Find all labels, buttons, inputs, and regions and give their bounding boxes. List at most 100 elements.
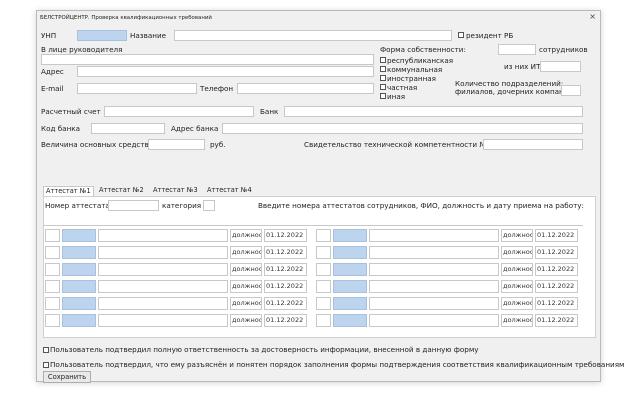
fio-cell[interactable] <box>98 263 228 276</box>
ownership-checkbox-5[interactable] <box>380 93 386 99</box>
date-cell[interactable]: 01.12.2022 <box>535 280 578 293</box>
ownership-checkbox-1[interactable] <box>380 57 386 63</box>
address-input[interactable] <box>77 66 374 77</box>
fio-cell[interactable] <box>98 229 228 242</box>
date-cell[interactable]: 01.12.2022 <box>264 263 307 276</box>
attestat-num-cell[interactable] <box>333 280 367 293</box>
resident-checkbox[interactable] <box>458 32 464 38</box>
row-check-cell[interactable] <box>45 314 60 327</box>
fio-cell[interactable] <box>369 263 499 276</box>
position-cell[interactable]: должност <box>230 263 262 276</box>
attestat-num-cell[interactable] <box>333 263 367 276</box>
date-cell[interactable]: 01.12.2022 <box>264 280 307 293</box>
ownership-checkbox-3[interactable] <box>380 75 386 81</box>
bank-code-label: Код банка <box>41 124 81 133</box>
fio-cell[interactable] <box>369 314 499 327</box>
ownership-option-2: коммунальная <box>387 65 443 74</box>
tab-attestat-3[interactable]: Аттестат №3 <box>151 186 200 195</box>
category-input[interactable] <box>203 200 215 211</box>
attestat-num-cell[interactable] <box>62 280 96 293</box>
ownership-checkbox-4[interactable] <box>380 84 386 90</box>
employees-input[interactable] <box>498 44 536 55</box>
attestat-num-cell[interactable] <box>333 297 367 310</box>
attestat-num-cell[interactable] <box>62 314 96 327</box>
attestat-num-cell[interactable] <box>62 246 96 259</box>
date-cell[interactable]: 01.12.2022 <box>535 263 578 276</box>
date-cell[interactable]: 01.12.2022 <box>535 246 578 259</box>
phone-input[interactable] <box>237 83 374 94</box>
bank-address-input[interactable] <box>222 123 583 134</box>
fio-cell[interactable] <box>98 297 228 310</box>
position-cell[interactable]: должност <box>501 280 533 293</box>
ownership-label: Форма собственности: <box>380 45 466 54</box>
fio-cell[interactable] <box>369 297 499 310</box>
position-cell[interactable]: должност <box>230 314 262 327</box>
date-cell[interactable]: 01.12.2022 <box>535 297 578 310</box>
save-button[interactable]: Сохранить <box>43 371 91 383</box>
tab-attestat-2[interactable]: Аттестат №2 <box>97 186 146 195</box>
row-check-cell[interactable] <box>45 229 60 242</box>
position-cell[interactable]: должност <box>230 246 262 259</box>
row-check-cell[interactable] <box>45 263 60 276</box>
certificate-label: Свидетельство технической компетентности… <box>304 140 487 149</box>
name-input[interactable] <box>174 30 452 41</box>
ownership-option-4: частная <box>387 83 418 92</box>
tab-attestat-1[interactable]: Аттестат №1 <box>43 186 94 196</box>
date-cell[interactable]: 01.12.2022 <box>264 297 307 310</box>
tab-attestat-4[interactable]: Аттестат №4 <box>205 186 254 195</box>
row-check-cell[interactable] <box>316 280 331 293</box>
agreement-checkbox-1[interactable] <box>43 347 49 353</box>
certificate-input[interactable] <box>483 139 583 150</box>
attestat-num-cell[interactable] <box>62 263 96 276</box>
fio-cell[interactable] <box>369 280 499 293</box>
resident-label: резидент РБ <box>466 31 514 40</box>
branches-input[interactable] <box>561 85 581 96</box>
attestat-number-input[interactable] <box>108 200 159 211</box>
fio-cell[interactable] <box>98 314 228 327</box>
email-input[interactable] <box>77 83 197 94</box>
fio-cell[interactable] <box>98 280 228 293</box>
attestat-num-cell[interactable] <box>333 229 367 242</box>
date-cell[interactable]: 01.12.2022 <box>264 246 307 259</box>
attestat-num-cell[interactable] <box>333 314 367 327</box>
attestat-num-cell[interactable] <box>333 246 367 259</box>
director-label: В лице руководителя <box>41 45 123 54</box>
row-check-cell[interactable] <box>316 246 331 259</box>
position-cell[interactable]: должност <box>230 229 262 242</box>
row-check-cell[interactable] <box>316 314 331 327</box>
position-cell[interactable]: должност <box>230 297 262 310</box>
row-check-cell[interactable] <box>316 229 331 242</box>
position-cell[interactable]: должност <box>501 297 533 310</box>
date-cell[interactable]: 01.12.2022 <box>264 314 307 327</box>
row-check-cell[interactable] <box>45 297 60 310</box>
position-cell[interactable]: должност <box>501 263 533 276</box>
unp-input[interactable] <box>77 30 127 41</box>
category-label: категория <box>162 201 202 210</box>
date-cell[interactable]: 01.12.2022 <box>535 229 578 242</box>
row-check-cell[interactable] <box>316 263 331 276</box>
agreement-checkbox-2[interactable] <box>43 362 49 368</box>
fixed-assets-input[interactable] <box>148 139 205 150</box>
row-check-cell[interactable] <box>45 280 60 293</box>
position-cell[interactable]: должност <box>501 314 533 327</box>
date-cell[interactable]: 01.12.2022 <box>264 229 307 242</box>
position-cell[interactable]: должност <box>230 280 262 293</box>
row-check-cell[interactable] <box>45 246 60 259</box>
bank-code-input[interactable] <box>91 123 165 134</box>
position-cell[interactable]: должност <box>501 229 533 242</box>
itr-input[interactable] <box>540 61 581 72</box>
fio-cell[interactable] <box>98 246 228 259</box>
position-cell[interactable]: должност <box>501 246 533 259</box>
attestat-num-cell[interactable] <box>62 229 96 242</box>
attestat-num-cell[interactable] <box>62 297 96 310</box>
account-input[interactable] <box>104 106 254 117</box>
bank-input[interactable] <box>284 106 583 117</box>
fio-cell[interactable] <box>369 229 499 242</box>
row-check-cell[interactable] <box>316 297 331 310</box>
close-icon[interactable]: × <box>589 12 596 21</box>
ownership-checkbox-2[interactable] <box>380 66 386 72</box>
date-cell[interactable]: 01.12.2022 <box>535 314 578 327</box>
branches-label-2: филиалов, дочерних компаний: <box>455 87 576 96</box>
director-input[interactable] <box>41 54 374 65</box>
fio-cell[interactable] <box>369 246 499 259</box>
